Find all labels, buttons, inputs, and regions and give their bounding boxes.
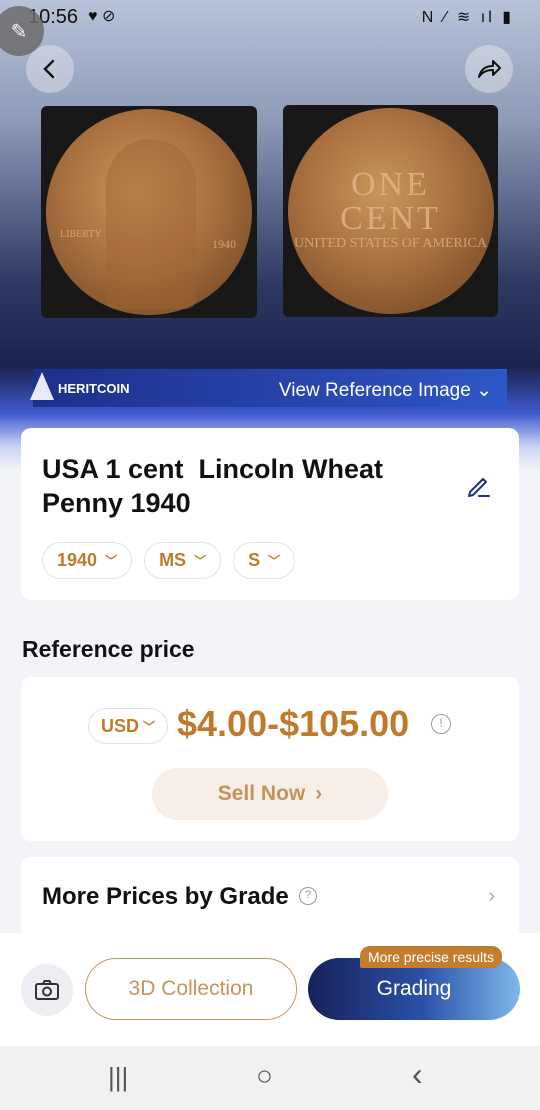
share-icon	[478, 60, 501, 78]
chevron-left-icon	[43, 59, 55, 79]
coin-liberty-text: LIBERTY	[60, 229, 102, 240]
price-card: USD ﹀ $4.00-$105.00 ! Sell Now ›	[21, 677, 519, 841]
grade-chip[interactable]: MS ﹀	[144, 542, 222, 579]
lincoln-portrait	[106, 139, 196, 309]
grade-chip-label: MS	[159, 550, 187, 570]
coin-one-text: ONE	[351, 166, 430, 203]
camera-button[interactable]	[21, 964, 73, 1016]
coin-year-text: 1940	[212, 237, 236, 251]
chevron-down-icon: ﹀	[194, 554, 207, 568]
coin-front-image[interactable]: LIBERTY 1940	[41, 106, 257, 318]
coin-cent-text: CENT	[340, 200, 441, 237]
coin-back-image[interactable]: ONE CENT UNITED STATES OF AMERICA	[283, 105, 498, 317]
more-prices-title: More Prices by Grade	[42, 883, 289, 910]
system-navigation-bar: ||| ○ ‹	[0, 1046, 540, 1110]
help-icon[interactable]: ?	[299, 887, 317, 905]
coin-usa-text: UNITED STATES OF AMERICA	[294, 236, 487, 251]
sell-now-label: Sell Now	[217, 782, 306, 805]
more-precise-badge: More precise results	[360, 946, 503, 968]
year-chip[interactable]: 1940 ﹀	[42, 542, 133, 579]
reference-price-heading: Reference price	[22, 636, 195, 662]
coin-obverse: LIBERTY 1940	[46, 109, 252, 315]
currency-select[interactable]: USD ﹀	[88, 708, 169, 744]
coin-info-card: USA 1 cent Lincoln Wheat Penny 1940 1940…	[21, 428, 519, 600]
coin-reverse: ONE CENT UNITED STATES OF AMERICA	[287, 108, 494, 314]
chevron-down-icon: ﹀	[143, 719, 156, 734]
back-button[interactable]	[26, 45, 74, 93]
heritcoin-logo: HERITCOIN	[30, 372, 130, 404]
3d-collection-button[interactable]: 3D Collection	[85, 958, 297, 1020]
coin-attribute-chips: 1940 ﹀ MS ﹀ S ﹀	[42, 542, 296, 579]
bottom-action-bar: 3D Collection Grading More precise resul…	[0, 933, 540, 1046]
status-system-icons: N ⁄ ≋ ıl ▮	[421, 9, 514, 26]
edit-icon[interactable]	[465, 472, 493, 500]
heritcoin-brand-text: HERITCOIN	[58, 380, 130, 396]
sell-now-button[interactable]: Sell Now ›	[152, 768, 388, 820]
coin-title: USA 1 cent Lincoln Wheat Penny 1940	[42, 454, 391, 518]
year-chip-label: 1940	[57, 550, 98, 570]
view-reference-image-link[interactable]: View Reference Image ⌄	[279, 379, 492, 402]
mint-chip[interactable]: S ﹀	[233, 542, 296, 579]
more-prices-by-grade-row[interactable]: More Prices by Grade ? ›	[21, 857, 519, 937]
chevron-down-icon: ⌄	[476, 380, 492, 401]
status-bar: 10:56 ♥ ⊘ N ⁄ ≋ ıl ▮	[0, 0, 540, 34]
view-reference-label: View Reference Image	[278, 380, 471, 401]
status-notification-icons: ♥ ⊘	[88, 8, 116, 25]
chevron-right-icon: ›	[315, 782, 323, 805]
mint-chip-label: S	[248, 550, 261, 570]
heritcoin-logo-mark	[30, 372, 54, 400]
camera-icon	[35, 980, 59, 1000]
chevron-right-icon: ›	[488, 885, 495, 907]
chevron-down-icon: ﹀	[268, 554, 281, 568]
currency-label: USD	[101, 715, 140, 736]
price-range: $4.00-$105.00	[177, 703, 410, 744]
chevron-down-icon: ﹀	[105, 554, 118, 568]
info-icon[interactable]: !	[431, 714, 451, 734]
home-nav-button[interactable]: ○	[256, 1060, 273, 1092]
recents-nav-button[interactable]: |||	[108, 1062, 128, 1093]
share-button[interactable]	[465, 45, 513, 93]
back-nav-button[interactable]: ‹	[412, 1056, 423, 1093]
